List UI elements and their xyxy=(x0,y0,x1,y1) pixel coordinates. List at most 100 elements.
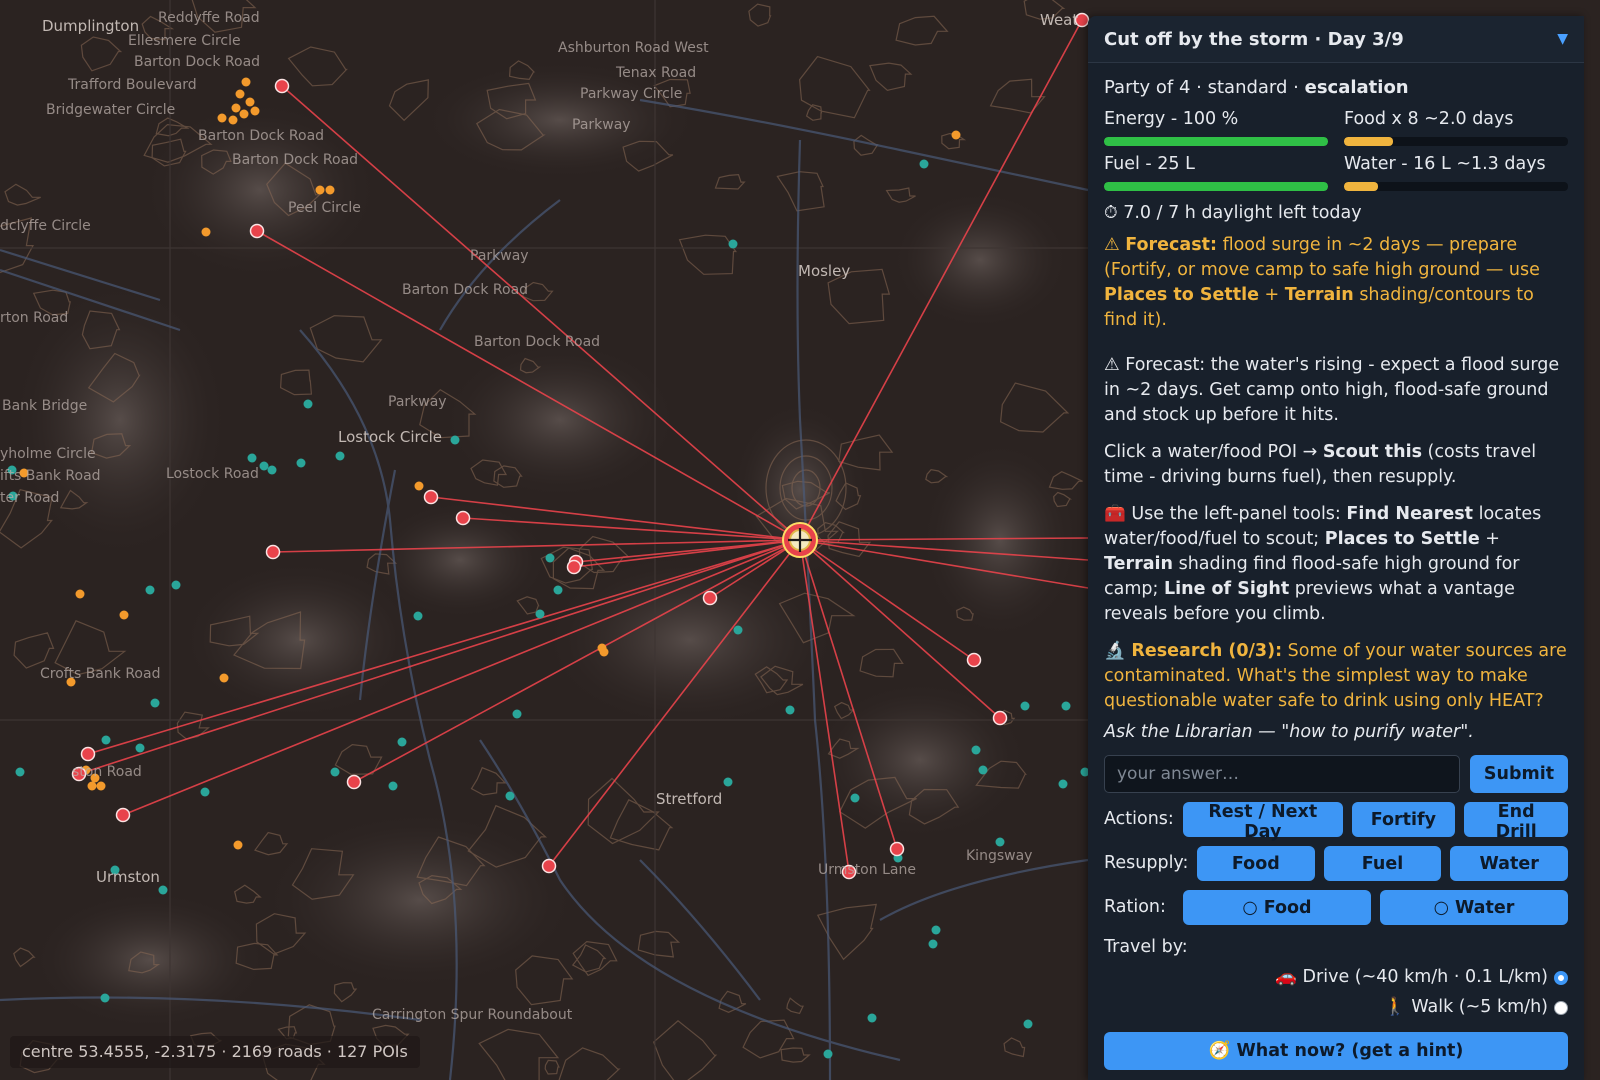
water-poi-marker[interactable] xyxy=(1058,779,1068,789)
water-poi-marker[interactable] xyxy=(101,735,111,745)
ration-food-toggle[interactable]: ○ Food xyxy=(1183,890,1371,925)
walk-radio[interactable] xyxy=(1554,1000,1568,1015)
food-poi-marker[interactable] xyxy=(217,113,227,123)
water-poi-marker[interactable] xyxy=(397,737,407,747)
answer-input[interactable] xyxy=(1104,755,1460,793)
travel-walk-option[interactable]: 🚶 Walk (~5 km/h) xyxy=(1104,995,1568,1020)
water-poi-marker[interactable] xyxy=(733,625,743,635)
scouted-poi-marker[interactable] xyxy=(274,78,290,94)
water-poi-marker[interactable] xyxy=(553,585,563,595)
water-poi-marker[interactable] xyxy=(728,239,738,249)
water-poi-marker[interactable] xyxy=(135,743,145,753)
water-poi-marker[interactable] xyxy=(296,458,306,468)
scouted-poi-marker[interactable] xyxy=(702,590,718,606)
water-poi-marker[interactable] xyxy=(971,745,981,755)
water-poi-marker[interactable] xyxy=(158,885,168,895)
food-poi-marker[interactable] xyxy=(414,481,424,491)
scouted-poi-marker[interactable] xyxy=(80,746,96,762)
food-poi-marker[interactable] xyxy=(228,115,238,125)
food-poi-marker[interactable] xyxy=(315,185,325,195)
food-poi-marker[interactable] xyxy=(951,130,961,140)
scouted-poi-marker[interactable] xyxy=(992,710,1008,726)
water-poi-marker[interactable] xyxy=(150,698,160,708)
travel-drive-option[interactable]: 🚗 Drive (~40 km/h · 0.1 L/km) xyxy=(1104,965,1568,990)
water-poi-marker[interactable] xyxy=(267,465,277,475)
fuel-label: Fuel - 25 L xyxy=(1104,154,1195,174)
water-poi-marker[interactable] xyxy=(867,1013,877,1023)
submit-button[interactable]: Submit xyxy=(1470,755,1568,793)
water-poi-marker[interactable] xyxy=(450,435,460,445)
scouted-poi-marker[interactable] xyxy=(115,807,131,823)
camp-marker[interactable] xyxy=(782,522,818,558)
water-poi-marker[interactable] xyxy=(545,553,555,563)
water-poi-marker[interactable] xyxy=(145,585,155,595)
water-poi-marker[interactable] xyxy=(850,793,860,803)
water-poi-marker[interactable] xyxy=(100,993,110,1003)
food-poi-marker[interactable] xyxy=(235,89,245,99)
map-label: rton Road xyxy=(0,310,68,326)
water-poi-marker[interactable] xyxy=(247,453,257,463)
water-poi-marker[interactable] xyxy=(1061,701,1071,711)
water-poi-marker[interactable] xyxy=(919,159,929,169)
map-label: Trafford Boulevard xyxy=(67,77,197,93)
scenario-title: Cut off by the storm · Day 3/9 xyxy=(1104,28,1404,50)
water-poi-marker[interactable] xyxy=(995,837,1005,847)
water-poi-marker[interactable] xyxy=(413,611,423,621)
water-poi-marker[interactable] xyxy=(171,580,181,590)
food-poi-marker[interactable] xyxy=(219,673,229,683)
ration-water-toggle[interactable]: ○ Water xyxy=(1380,890,1568,925)
rest-next-day-button[interactable]: Rest / Next Day xyxy=(1183,802,1343,842)
water-poi-marker[interactable] xyxy=(259,461,269,471)
water-poi-marker[interactable] xyxy=(535,609,545,619)
resupply-food-button[interactable]: Food xyxy=(1197,846,1315,881)
water-poi-marker[interactable] xyxy=(931,925,941,935)
party-info: Party of 4 · standard · escalation xyxy=(1104,75,1568,100)
food-poi-marker[interactable] xyxy=(201,227,211,237)
water-poi-marker[interactable] xyxy=(505,791,515,801)
resupply-water-button[interactable]: Water xyxy=(1450,846,1569,881)
scouted-poi-marker[interactable] xyxy=(541,858,557,874)
fortify-button[interactable]: Fortify xyxy=(1351,802,1456,837)
water-poi-marker[interactable] xyxy=(388,781,398,791)
food-poi-marker[interactable] xyxy=(119,610,129,620)
scouted-poi-marker[interactable] xyxy=(249,223,265,239)
scouted-poi-marker[interactable] xyxy=(966,652,982,668)
scouted-poi-marker[interactable] xyxy=(455,510,471,526)
water-poi-marker[interactable] xyxy=(200,787,210,797)
food-poi-marker[interactable] xyxy=(233,840,243,850)
food-poi-marker[interactable] xyxy=(245,97,255,107)
food-poi-marker[interactable] xyxy=(241,77,251,87)
scouted-poi-marker[interactable] xyxy=(889,841,905,857)
scouted-poi-marker[interactable] xyxy=(265,544,281,560)
water-poi-marker[interactable] xyxy=(1020,701,1030,711)
food-poi-marker[interactable] xyxy=(87,781,97,791)
water-poi-marker[interactable] xyxy=(978,765,988,775)
food-poi-marker[interactable] xyxy=(250,106,260,116)
collapse-icon[interactable]: ▼ xyxy=(1557,27,1568,52)
drive-radio[interactable] xyxy=(1554,970,1568,985)
food-poi-marker[interactable] xyxy=(599,647,609,657)
water-poi-marker[interactable] xyxy=(15,767,25,777)
food-poi-marker[interactable] xyxy=(325,185,335,195)
scouted-poi-marker[interactable] xyxy=(423,489,439,505)
food-poi-marker[interactable] xyxy=(96,781,106,791)
scouted-poi-marker[interactable] xyxy=(346,774,362,790)
water-poi-marker[interactable] xyxy=(330,767,340,777)
food-poi-marker[interactable] xyxy=(231,103,241,113)
hill-shade xyxy=(540,550,840,730)
resupply-fuel-button[interactable]: Fuel xyxy=(1323,846,1442,881)
water-poi-marker[interactable] xyxy=(335,451,345,461)
water-poi-marker[interactable] xyxy=(1023,1019,1033,1029)
water-poi-marker[interactable] xyxy=(723,777,733,787)
water-poi-marker[interactable] xyxy=(823,1049,833,1059)
water-poi-marker[interactable] xyxy=(785,705,795,715)
food-poi-marker[interactable] xyxy=(75,589,85,599)
get-hint-button[interactable]: 🧭 What now? (get a hint) xyxy=(1104,1032,1568,1070)
water-poi-marker[interactable] xyxy=(512,709,522,719)
scouted-poi-marker[interactable] xyxy=(566,559,582,575)
panel-header[interactable]: Cut off by the storm · Day 3/9 ▼ xyxy=(1088,16,1584,63)
food-poi-marker[interactable] xyxy=(239,109,249,119)
water-poi-marker[interactable] xyxy=(303,399,313,409)
water-poi-marker[interactable] xyxy=(928,939,938,949)
end-drill-button[interactable]: End Drill xyxy=(1464,802,1569,842)
